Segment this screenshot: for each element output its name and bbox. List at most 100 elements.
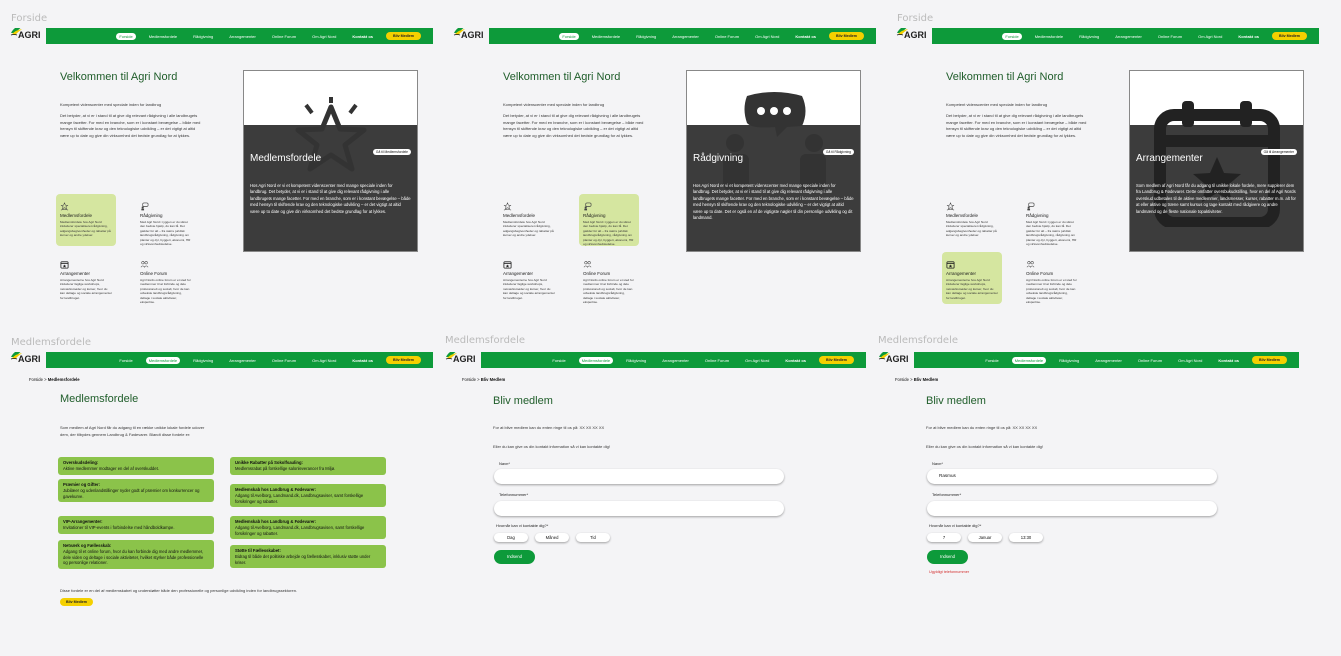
feature-card[interactable]: Rådgivning Med Agri Nord i ryggen er du …: [579, 194, 639, 246]
nav-item[interactable]: Online Forum: [269, 357, 299, 364]
nav-item[interactable]: Om Agri Nord: [742, 357, 772, 364]
nav-item[interactable]: Rådgivning: [190, 33, 216, 40]
nav-item[interactable]: Forside: [116, 32, 136, 40]
feature-card[interactable]: Rådgivning Med Agri Nord i ryggen er du …: [1022, 194, 1082, 246]
nav-item[interactable]: Medlemsfordele: [1011, 356, 1047, 364]
benefit-title: Netværk og Fællesskab:: [63, 543, 112, 548]
nav-item[interactable]: Om Agri Nord: [309, 357, 339, 364]
nav-item[interactable]: Online Forum: [712, 33, 742, 40]
nav-item[interactable]: Arrangementer: [659, 357, 692, 364]
breadcrumb-root[interactable]: Forside: [29, 377, 43, 382]
hero-card: Medlemsfordele Gå til Medlemsfordele Hos…: [243, 70, 418, 252]
nav-item[interactable]: Arrangementer: [226, 33, 259, 40]
nav-item[interactable]: Rådgivning: [623, 357, 649, 364]
nav-item[interactable]: Kontakt os: [1215, 357, 1242, 364]
nav-item[interactable]: Rådgivning: [190, 357, 216, 364]
feature-card[interactable]: Arrangementer Arrangementerne hos Agri N…: [56, 252, 116, 304]
contact-time-select[interactable]: Tid: [576, 533, 610, 542]
feature-card[interactable]: Arrangementer Arrangementerne hos Agri N…: [942, 252, 1002, 304]
hero-goto-button[interactable]: Gå til Medlemsfordele: [372, 149, 411, 155]
nav-item[interactable]: Rådgivning: [1056, 357, 1082, 364]
intro-text: Kompetent videnscenter med speciale inde…: [60, 102, 162, 107]
calendar-star-icon: [946, 256, 955, 269]
contact-time-select[interactable]: Dag: [494, 533, 528, 542]
nav-item[interactable]: Medlemsfordele: [146, 33, 180, 40]
contact-time-select[interactable]: Januar: [968, 533, 1002, 542]
logo[interactable]: AGRI: [8, 352, 46, 368]
nav-item[interactable]: Arrangementer: [669, 33, 702, 40]
breadcrumb-root[interactable]: Forside: [895, 377, 909, 382]
hero-goto-button[interactable]: Gå til Rådgivning: [822, 149, 854, 155]
nav-item[interactable]: Forside: [116, 357, 135, 364]
nav-item[interactable]: Kontakt os: [349, 357, 376, 364]
nav-item[interactable]: Medlemsfordele: [578, 356, 614, 364]
submit-button[interactable]: Indsend: [494, 550, 535, 564]
contact-time-select[interactable]: Måned: [535, 533, 569, 542]
feature-card[interactable]: Medlemsfordele Medlemsfordele hos Agri N…: [56, 194, 116, 246]
nav-item[interactable]: Online Forum: [702, 357, 732, 364]
breadcrumb-root[interactable]: Forside: [462, 377, 476, 382]
nav-item[interactable]: Forside: [1002, 32, 1022, 40]
feature-card[interactable]: Rådgivning Med Agri Nord i ryggen er du …: [136, 194, 196, 246]
nav-item[interactable]: Medlemsfordele: [145, 356, 181, 364]
name-field[interactable]: [494, 469, 784, 484]
phone-field[interactable]: [927, 501, 1217, 516]
page-title: Medlemsfordele: [60, 393, 139, 405]
nav-item[interactable]: Om Agri Nord: [1175, 357, 1205, 364]
nav-item[interactable]: Kontakt os: [792, 33, 819, 40]
breadcrumb: Forside > Bliv Medlem: [462, 377, 506, 382]
logo[interactable]: AGRI: [451, 28, 489, 44]
benefit-item: Præmier og Gifter: Jubilæer og udenlands…: [58, 479, 214, 503]
nav-item[interactable]: Kontakt os: [782, 357, 809, 364]
nav-item[interactable]: Arrangementer: [1112, 33, 1145, 40]
feature-card[interactable]: Medlemsfordele Medlemsfordele hos Agri N…: [499, 194, 559, 246]
nav-item[interactable]: Om Agri Nord: [1195, 33, 1225, 40]
logo[interactable]: AGRI: [8, 28, 46, 44]
contact-time-select[interactable]: 13:30: [1009, 533, 1043, 542]
join-nav-button[interactable]: Bliv Medlem: [1252, 356, 1287, 364]
logo[interactable]: AGRI: [878, 352, 914, 368]
join-nav-button[interactable]: Bliv Medlem: [386, 32, 421, 40]
feature-card[interactable]: Arrangementer Arrangementerne hos Agri N…: [499, 252, 559, 304]
nav-item[interactable]: Kontakt os: [349, 33, 376, 40]
nav-item[interactable]: Om Agri Nord: [752, 33, 782, 40]
feature-card[interactable]: Online Forum Agri Nords online forum er …: [1022, 252, 1082, 304]
feature-card-desc: Agri Nords online forum er et sted for m…: [1026, 278, 1077, 305]
nav-item[interactable]: Om Agri Nord: [309, 33, 339, 40]
feature-card[interactable]: Online Forum Agri Nords online forum er …: [579, 252, 639, 304]
feature-card[interactable]: Online Forum Agri Nords online forum er …: [136, 252, 196, 304]
join-button[interactable]: Bliv Medlem: [60, 598, 93, 606]
logo[interactable]: AGRI: [445, 352, 481, 368]
nav-item[interactable]: Online Forum: [1135, 357, 1165, 364]
submit-button[interactable]: Indsend: [927, 550, 968, 564]
nav-item[interactable]: Forside: [982, 357, 1001, 364]
breadcrumb-current: Bliv Medlem: [480, 377, 506, 382]
feature-card-desc: Medlemsfordele hos Agri Nord inkluderer …: [503, 220, 554, 238]
feature-card[interactable]: Medlemsfordele Medlemsfordele hos Agri N…: [942, 194, 1002, 246]
join-nav-button[interactable]: Bliv Medlem: [819, 356, 854, 364]
logo[interactable]: AGRI: [894, 28, 932, 44]
nav-item[interactable]: Online Forum: [1155, 33, 1185, 40]
nav-item[interactable]: Arrangementer: [226, 357, 259, 364]
nav-item[interactable]: Forside: [549, 357, 568, 364]
contact-time-select[interactable]: 7: [927, 533, 961, 542]
join-nav-button[interactable]: Bliv Medlem: [1272, 32, 1307, 40]
nav-bar: AGRI Forside Medlemsfordele Rådgivning Arra…: [453, 28, 876, 44]
nav-item[interactable]: Kontakt os: [1235, 33, 1262, 40]
nav-item[interactable]: Arrangementer: [1092, 357, 1125, 364]
hero-goto-button[interactable]: Gå til Arrangementer: [1260, 149, 1297, 155]
name-field[interactable]: Rasmus: [927, 469, 1217, 484]
logo-text: AGRI: [904, 30, 927, 40]
phone-field[interactable]: [494, 501, 784, 516]
nav-item[interactable]: Medlemsfordele: [589, 33, 623, 40]
nav-item[interactable]: Rådgivning: [633, 33, 659, 40]
feature-card-desc: Med Agri Nord i ryggen er du sikret den …: [583, 220, 634, 247]
benefits-frame: AGRI Forside Medlemsfordele Rådgivning Arra…: [0, 352, 433, 648]
nav-item[interactable]: Rådgivning: [1076, 33, 1102, 40]
join-nav-button[interactable]: Bliv Medlem: [829, 32, 864, 40]
nav-item[interactable]: Online Forum: [269, 33, 299, 40]
nav-item[interactable]: Forside: [559, 32, 579, 40]
join-nav-button[interactable]: Bliv Medlem: [386, 356, 421, 364]
nav-item[interactable]: Medlemsfordele: [1032, 33, 1066, 40]
feature-card-title: Online Forum: [1026, 271, 1054, 276]
